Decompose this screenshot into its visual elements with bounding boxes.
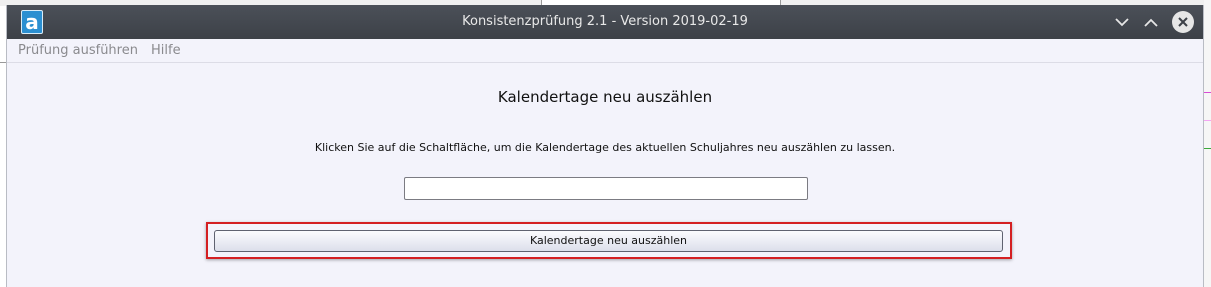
menu-pruefung-ausfuehren[interactable]: Prüfung ausführen xyxy=(18,43,138,58)
window-title: Konsistenzprüfung 2.1 - Version 2019-02-… xyxy=(462,14,748,29)
title-bar[interactable]: a Konsistenzprüfung 2.1 - Version 2019-0… xyxy=(7,5,1203,39)
background-marker xyxy=(1204,120,1211,121)
close-icon xyxy=(1172,11,1194,33)
background-window-edge xyxy=(1204,0,1211,287)
background-marker xyxy=(1204,148,1211,149)
maximize-button[interactable] xyxy=(1140,11,1162,33)
background-marker xyxy=(1204,92,1211,93)
instruction-text: Klicken Sie auf die Schaltfläche, um die… xyxy=(314,141,896,154)
minimize-button[interactable] xyxy=(1111,11,1133,33)
close-button[interactable] xyxy=(1172,11,1194,33)
status-field[interactable] xyxy=(404,177,808,200)
chevron-up-icon xyxy=(1144,18,1158,27)
page-title: Kalendertage neu auszählen xyxy=(497,88,713,106)
menu-hilfe[interactable]: Hilfe xyxy=(151,43,181,58)
chevron-down-icon xyxy=(1115,17,1129,26)
recount-calendar-days-button[interactable]: Kalendertage neu auszählen xyxy=(214,230,1003,252)
dialog-window: a Konsistenzprüfung 2.1 - Version 2019-0… xyxy=(6,5,1204,287)
main-panel: Kalendertage neu auszählen Klicken Sie a… xyxy=(7,62,1203,287)
menu-bar: Prüfung ausführen Hilfe xyxy=(7,39,1203,62)
